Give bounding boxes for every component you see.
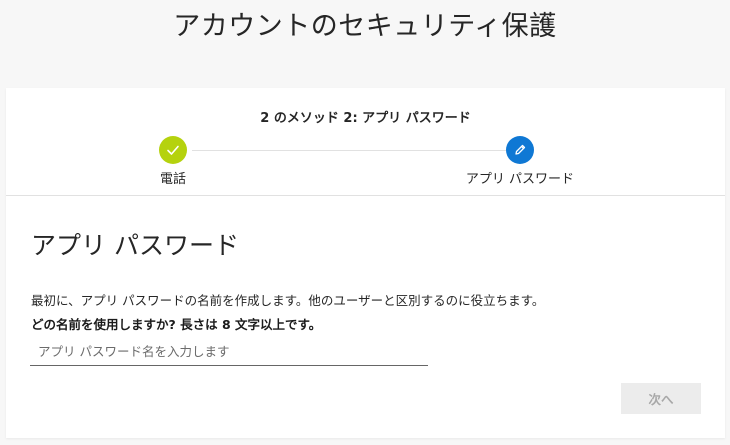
next-button[interactable]: 次へ — [621, 383, 701, 414]
step-caption: 2 のメソッド 2: アプリ パスワード — [260, 111, 471, 126]
step-current-indicator — [506, 136, 534, 164]
section-heading: アプリ パスワード — [31, 231, 239, 260]
description-text: 最初に、アプリ パスワードの名前を作成します。他のユーザーと区別するのに役立ちま… — [31, 293, 545, 308]
step-label-app-password: アプリ パスワード — [465, 172, 575, 187]
security-card: 2 のメソッド 2: アプリ パスワード 電話 アプリ パスワード アプリ パス… — [6, 88, 725, 438]
page-title: アカウントのセキュリティ保護 — [173, 11, 557, 42]
progress-track-line — [192, 150, 506, 151]
step-completed-indicator — [159, 136, 187, 164]
app-password-name-input[interactable] — [30, 338, 428, 366]
name-requirement-text: どの名前を使用しますか? 長さは 8 文字以上です。 — [31, 317, 322, 332]
check-icon — [167, 145, 179, 155]
pencil-icon — [515, 144, 526, 155]
progress-header: 2 のメソッド 2: アプリ パスワード 電話 アプリ パスワード — [6, 88, 725, 196]
step-label-phone: 電話 — [159, 172, 186, 187]
